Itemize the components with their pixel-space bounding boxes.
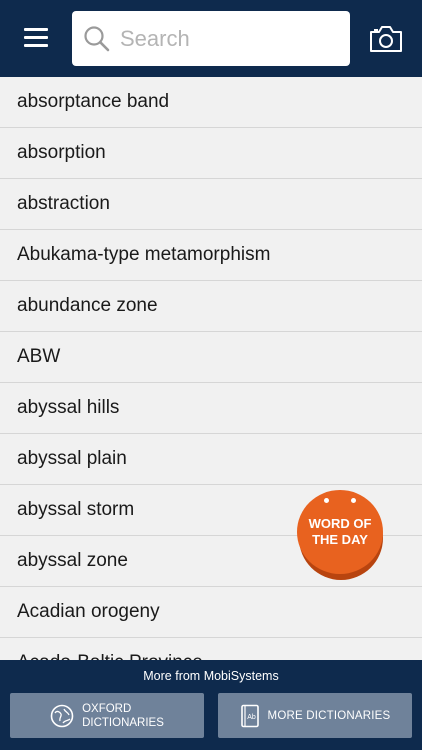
calendar-ring-icon [351, 498, 356, 503]
word-of-the-day-line1: WORD OF [308, 516, 372, 531]
search-input[interactable] [118, 19, 342, 59]
dictionary-book-icon: Ab [240, 704, 259, 727]
word-list-item[interactable]: Abukama-type metamorphism [0, 230, 422, 281]
camera-icon[interactable] [368, 24, 404, 54]
word-list-item[interactable]: absorption [0, 128, 422, 179]
word-list-item[interactable]: abundance zone [0, 281, 422, 332]
hamburger-menu-icon [24, 28, 48, 31]
word-of-the-day-button[interactable]: WORD OF THE DAY [297, 490, 385, 580]
calendar-ring-icon [324, 498, 329, 503]
oxford-line2: DICTIONARIES [82, 716, 164, 729]
word-list-item[interactable]: abstraction [0, 179, 422, 230]
word-list-item[interactable]: abyssal hills [0, 383, 422, 434]
oxford-line1: OXFORD [82, 702, 132, 715]
search-box[interactable] [72, 11, 350, 66]
bottom-bar: More from MobiSystems OXFORD DICTIONARIE… [0, 660, 422, 750]
word-list-item[interactable]: abyssal plain [0, 434, 422, 485]
oxford-dictionaries-button[interactable]: OXFORD DICTIONARIES [10, 693, 204, 738]
more-from-caption: More from MobiSystems [143, 669, 279, 683]
hamburger-menu-icon-line [24, 36, 48, 39]
hamburger-menu-icon-line [24, 44, 48, 47]
more-dictionaries-button[interactable]: Ab MORE DICTIONARIES [218, 693, 412, 738]
word-list-item[interactable]: Acado-Baltic Province [0, 638, 422, 660]
word-of-the-day-line2: THE DAY [312, 532, 368, 547]
menu-button[interactable] [22, 26, 50, 50]
word-list-item[interactable]: absorptance band [0, 77, 422, 128]
globe-icon [50, 704, 74, 727]
magnifier-icon [84, 26, 110, 52]
svg-text:Ab: Ab [247, 714, 256, 721]
word-of-the-day-label: WORD OF THE DAY [305, 516, 375, 548]
word-list-item[interactable]: Acadian orogeny [0, 587, 422, 638]
word-of-the-day-badge: WORD OF THE DAY [297, 490, 383, 574]
oxford-dictionaries-label: OXFORD DICTIONARIES [82, 702, 164, 730]
word-list-item[interactable]: ABW [0, 332, 422, 383]
more-dictionaries-label: MORE DICTIONARIES [267, 709, 391, 722]
top-bar [0, 0, 422, 77]
